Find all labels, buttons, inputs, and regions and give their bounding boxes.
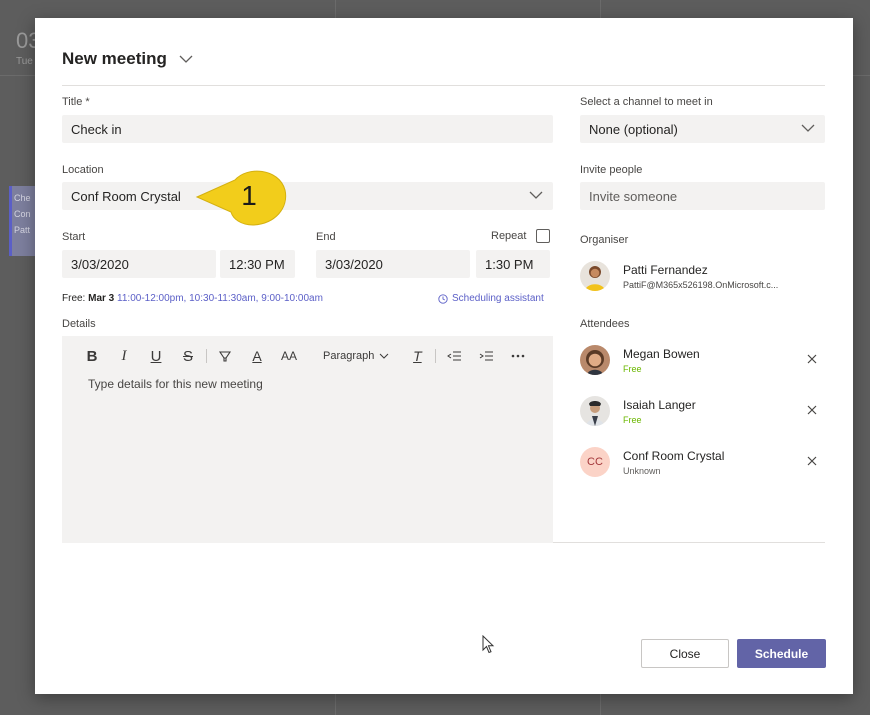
paragraph-label: Paragraph [323, 350, 375, 362]
highlighter-icon [218, 351, 232, 362]
free-times: Free: Mar 3 11:00-12:00pm, 10:30-11:30am… [62, 293, 323, 304]
title-input[interactable]: Check in [62, 115, 553, 143]
avatar-initials: CC [580, 447, 610, 477]
channel-select[interactable]: None (optional) [580, 115, 825, 143]
clock-icon [438, 293, 448, 304]
header-divider [62, 85, 825, 86]
start-label: Start [62, 231, 86, 243]
italic-button[interactable]: I [114, 346, 134, 366]
free-prefix: Free: [62, 293, 86, 304]
outdent-icon [447, 351, 462, 361]
remove-attendee-icon[interactable] [806, 353, 818, 365]
attendee-name: Isaiah Langer [623, 397, 696, 412]
attendee-status: Free [623, 414, 642, 425]
paragraph-dropdown[interactable]: Paragraph [323, 350, 389, 362]
avatar [580, 396, 610, 426]
start-time-input[interactable]: 12:30 PM [220, 250, 295, 278]
repeat-label: Repeat [491, 230, 527, 242]
increase-indent-button[interactable] [476, 346, 496, 366]
invite-label: Invite people [580, 164, 643, 176]
avatar [580, 261, 610, 291]
avatar [580, 345, 610, 375]
event-line: Con [14, 209, 31, 219]
more-options-button[interactable] [508, 346, 528, 366]
details-label: Details [62, 318, 96, 330]
start-date-input[interactable]: 3/03/2020 [62, 250, 216, 278]
scheduling-assistant-link[interactable]: Scheduling assistant [438, 293, 544, 304]
chevron-down-icon[interactable] [179, 54, 193, 64]
toolbar-divider [206, 349, 207, 363]
event-line: Che [14, 193, 31, 203]
strikethrough-button[interactable]: S [178, 346, 198, 366]
calendar-day: Tue [16, 56, 33, 67]
repeat-checkbox[interactable] [536, 229, 550, 243]
attendee-item: Megan Bowen Free [580, 345, 700, 375]
highlight-button[interactable] [215, 346, 235, 366]
calendar-event: Che Con Patt [9, 186, 37, 256]
indent-icon [480, 351, 494, 361]
schedule-button[interactable]: Schedule [737, 639, 826, 668]
font-color-button[interactable]: A [247, 346, 267, 366]
attendees-label: Attendees [580, 318, 630, 330]
title-label: Title * [62, 96, 90, 108]
attendee-status: Free [623, 363, 642, 374]
free-day: Mar 3 [88, 293, 115, 304]
location-select[interactable]: Conf Room Crystal [62, 182, 553, 210]
details-editor[interactable]: B I U S A AA Paragraph T Type details fo… [62, 336, 553, 543]
attendees-divider [553, 542, 825, 543]
organiser-label: Organiser [580, 234, 629, 246]
location-label: Location [62, 164, 104, 176]
new-meeting-dialog: New meeting Title * Check in Location Co… [35, 18, 853, 694]
dialog-title: New meeting [62, 49, 167, 68]
end-date-input[interactable]: 3/03/2020 [316, 250, 470, 278]
organiser-name: Patti Fernandez [623, 262, 708, 277]
mouse-cursor-icon [482, 635, 495, 654]
dialog-header[interactable]: New meeting [62, 49, 193, 69]
free-slots-link[interactable]: 11:00-12:00pm, 10:30-11:30am, 9:00-10:00… [117, 293, 323, 304]
organiser-email: PattiF@M365x526198.OnMicrosoft.c... [623, 279, 779, 290]
attendee-item: CC Conf Room Crystal Unknown [580, 447, 724, 477]
attendee-name: Megan Bowen [623, 346, 700, 361]
remove-attendee-icon[interactable] [806, 455, 818, 467]
chevron-down-icon [380, 353, 389, 359]
end-label: End [316, 231, 336, 243]
bold-button[interactable]: B [82, 346, 102, 366]
attendee-item: Isaiah Langer Free [580, 396, 696, 426]
invite-input[interactable]: Invite someone [580, 182, 825, 210]
chevron-down-icon[interactable] [801, 124, 815, 133]
attendee-status: Unknown [623, 465, 661, 476]
format-toolbar: B I U S A AA Paragraph T [82, 346, 528, 366]
remove-attendee-icon[interactable] [806, 404, 818, 416]
toolbar-divider [435, 349, 437, 363]
channel-value: None (optional) [589, 121, 678, 137]
callout-number: 1 [241, 180, 257, 211]
ellipsis-icon [512, 354, 525, 358]
channel-label: Select a channel to meet in [580, 96, 713, 108]
decrease-indent-button[interactable] [444, 346, 464, 366]
attendee-name: Conf Room Crystal [623, 448, 725, 463]
end-time-input[interactable]: 1:30 PM [476, 250, 550, 278]
font-size-button[interactable]: AA [277, 346, 301, 366]
details-placeholder: Type details for this new meeting [88, 377, 263, 391]
close-button[interactable]: Close [641, 639, 729, 668]
chevron-down-icon[interactable] [529, 191, 543, 200]
event-line: Patt [14, 225, 31, 235]
scheduling-assistant-label: Scheduling assistant [452, 293, 544, 304]
location-value: Conf Room Crystal [71, 188, 181, 204]
clear-format-button[interactable]: T [407, 346, 427, 366]
underline-button[interactable]: U [146, 346, 166, 366]
organiser-card: Patti Fernandez PattiF@M365x526198.OnMic… [580, 261, 778, 291]
